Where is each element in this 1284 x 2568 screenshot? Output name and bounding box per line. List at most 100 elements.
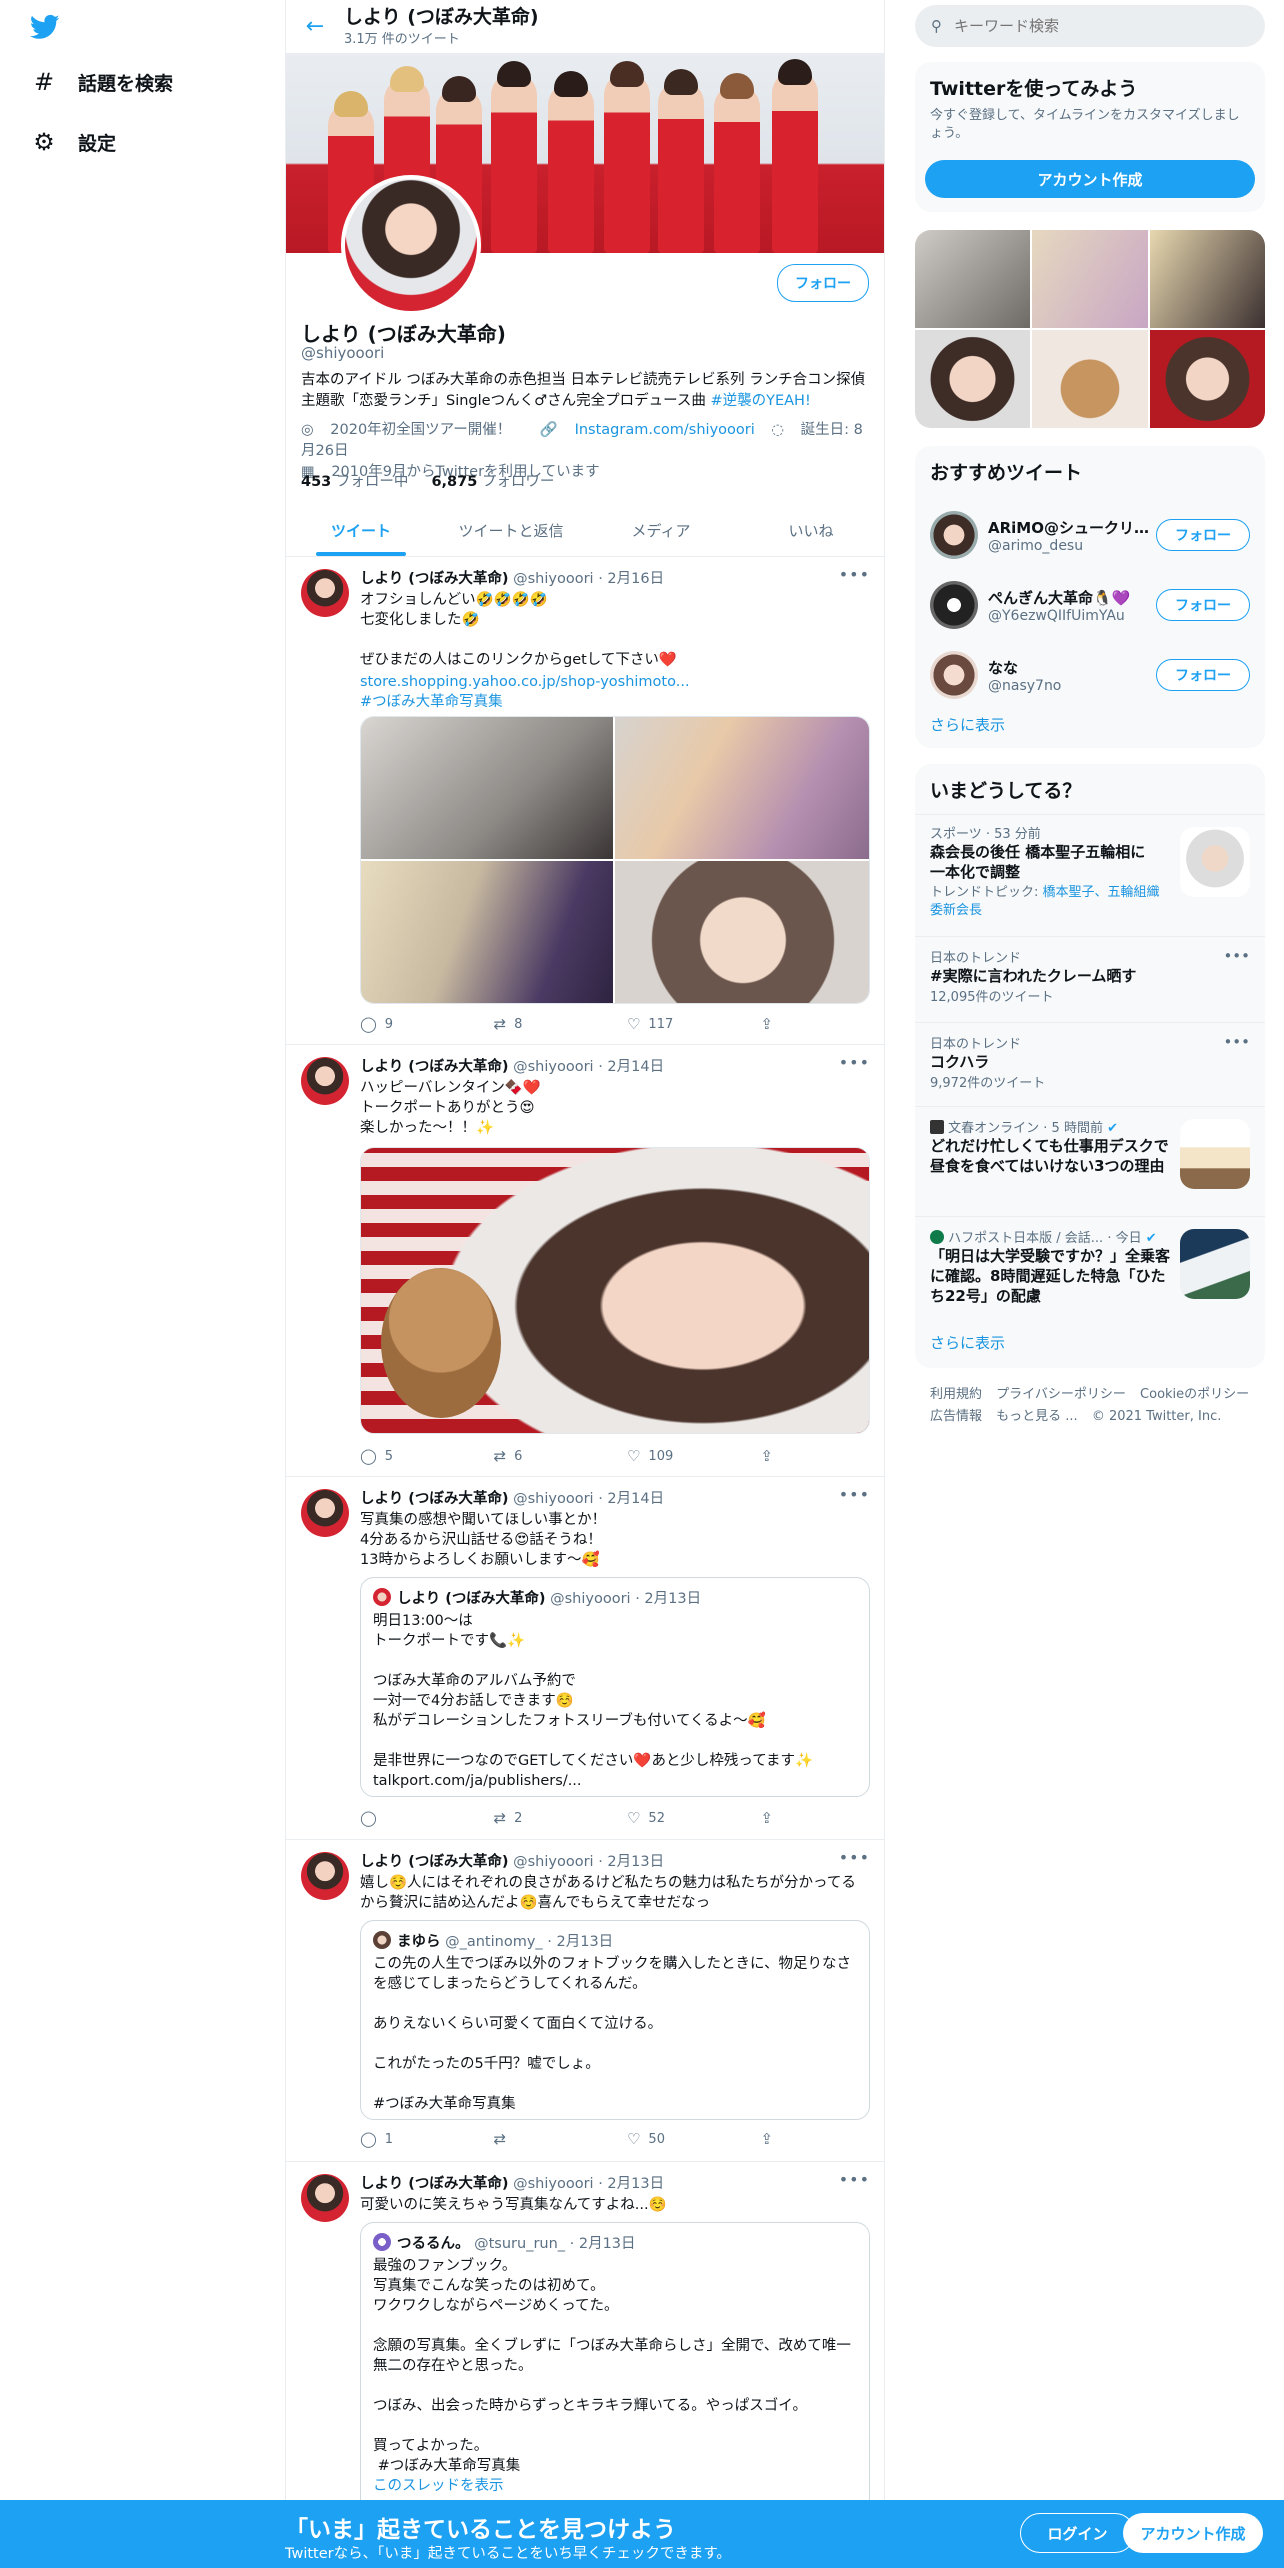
retweet-button[interactable]: ⇄ 2: [493, 1809, 626, 1827]
trend-item[interactable]: 日本のトレンド #実際に言われたクレーム晒す 12,095件のツイート •••: [915, 936, 1265, 1022]
tweet[interactable]: ••• しより (つぼみ大革命) @shiyooori · 2月16日 オフショ…: [286, 557, 884, 1045]
trend-item[interactable]: 日本のトレンド コクハラ 9,972件のツイート •••: [915, 1022, 1265, 1106]
tweet-author-name[interactable]: しより (つぼみ大革命): [360, 1059, 509, 1075]
tweet-avatar[interactable]: [301, 569, 349, 617]
reply-button[interactable]: ◯ 1: [360, 2130, 493, 2148]
tweet-photo[interactable]: [360, 1147, 870, 1434]
rec-avatar[interactable]: [930, 581, 978, 629]
login-button[interactable]: ログイン: [1020, 2513, 1135, 2553]
tweet-hashtag[interactable]: #つぼみ大革命写真集: [360, 694, 503, 710]
retweet-button[interactable]: ⇄: [493, 2130, 626, 2148]
tweet-author-name[interactable]: しより (つぼみ大革命): [360, 2176, 509, 2192]
like-button[interactable]: ♡ 117: [627, 1015, 760, 1033]
trend-item[interactable]: スポーツ · 53 分前 森会長の後任 橋本聖子五輪相に一本化で調整 トレンドト…: [915, 814, 1265, 936]
retweet-icon: ⇄: [493, 1447, 507, 1465]
rec-title: おすすめツイート: [930, 462, 1083, 484]
more-icon[interactable]: •••: [1223, 1033, 1250, 1051]
twitter-logo-icon[interactable]: [28, 12, 62, 42]
tweet-photo[interactable]: [615, 861, 869, 1003]
profile-avatar[interactable]: [341, 175, 481, 315]
tweet[interactable]: ••• しより (つぼみ大革命) @shiyooori · 2月13日 可愛いの…: [286, 2162, 884, 2500]
rec-follow-button[interactable]: フォロー: [1156, 519, 1250, 551]
tweet-avatar[interactable]: [301, 1852, 349, 1900]
search-bar[interactable]: ⚲: [915, 5, 1265, 47]
more-icon[interactable]: •••: [1223, 947, 1250, 965]
trend-item[interactable]: 文春オンライン · 5 時間前 ✔ どれだけ忙しくても仕事用デスクで昼食を食べて…: [915, 1106, 1265, 1216]
rec-follow-button[interactable]: フォロー: [1156, 589, 1250, 621]
rec-show-more[interactable]: さらに表示: [930, 714, 1005, 735]
like-button[interactable]: ♡ 109: [627, 1447, 760, 1465]
tweet-avatar[interactable]: [301, 1489, 349, 1537]
quoted-tweet[interactable]: しより (つぼみ大革命) @shiyooori · 2月13日 明日13:00〜…: [360, 1577, 870, 1797]
profile-bio-link[interactable]: #逆襲のYEAH!: [710, 393, 810, 409]
signup-button[interactable]: アカウント作成: [925, 160, 1255, 198]
rec-avatar[interactable]: [930, 651, 978, 699]
tweet-author-name[interactable]: しより (つぼみ大革命): [360, 1491, 509, 1507]
retweet-button[interactable]: ⇄ 6: [493, 1447, 626, 1465]
trend-item[interactable]: ハフポスト日本版 / 会話... · 今日 ✔ 「明日は大学受験ですか？」全乗客…: [915, 1216, 1265, 1326]
reply-button[interactable]: ◯: [360, 1809, 493, 1827]
share-icon: ⇪: [760, 1447, 774, 1465]
retweet-button[interactable]: ⇄ 8: [493, 1015, 626, 1033]
like-button[interactable]: ♡ 50: [627, 2130, 760, 2148]
gallery-photo[interactable]: [1032, 330, 1148, 428]
gallery-photo[interactable]: [1149, 230, 1265, 328]
trend-context: 文春オンライン · 5 時間前: [948, 1121, 1103, 1136]
tab-tweets[interactable]: ツイート: [286, 505, 436, 556]
tweet-photo[interactable]: [361, 717, 613, 859]
nav-settings[interactable]: ⚙ 設定: [30, 128, 116, 156]
like-count: 109: [648, 1448, 674, 1464]
footer-privacy[interactable]: プライバシーポリシー: [996, 1387, 1126, 1402]
tab-tweets-replies[interactable]: ツイートと返信: [436, 505, 586, 556]
share-button[interactable]: ⇪: [760, 1015, 800, 1033]
tab-media[interactable]: メディア: [586, 505, 736, 556]
like-button[interactable]: ♡ 52: [627, 1809, 760, 1827]
profile-follow-button[interactable]: フォロー: [777, 264, 869, 302]
tweet-meta: @shiyooori · 2月16日: [513, 571, 665, 587]
gallery-photo[interactable]: [1149, 330, 1265, 428]
quoted-tweet[interactable]: つるるん。 @tsuru_run_ · 2月13日 最強のファンブック。 写真集…: [360, 2222, 870, 2500]
rec-item[interactable]: ARiMO@シュークリーム...@arimo_desu フォロー: [915, 500, 1265, 570]
tweet-avatar[interactable]: [301, 1057, 349, 1105]
rec-item[interactable]: ぺんぎん大革命🐧💜 @Y6ezwQIIfUimYAu フォロー: [915, 570, 1265, 640]
rec-name[interactable]: ぺんぎん大革命🐧💜: [988, 587, 1158, 608]
tweet-media-grid[interactable]: [360, 716, 870, 1004]
gallery-photo[interactable]: [1032, 230, 1148, 328]
share-button[interactable]: ⇪: [760, 1447, 800, 1465]
rec-name[interactable]: ARiMO@シュークリーム...: [988, 517, 1158, 538]
back-arrow-icon[interactable]: ←: [286, 14, 344, 39]
trends-show-more[interactable]: さらに表示: [930, 1332, 1005, 1353]
rec-item[interactable]: なな @nasy7no フォロー: [915, 640, 1265, 710]
quoted-tweet[interactable]: まゆら @_antinomy_ · 2月13日 この先の人生でつぼみ以外のフォト…: [360, 1920, 870, 2120]
nav-explore[interactable]: # 話題を検索: [30, 68, 173, 96]
rec-name[interactable]: なな: [988, 657, 1158, 678]
rec-follow-button[interactable]: フォロー: [1156, 659, 1250, 691]
tweet-avatar[interactable]: [301, 2174, 349, 2222]
tweet[interactable]: ••• しより (つぼみ大革命) @shiyooori · 2月13日 嬉し☺️…: [286, 1840, 884, 2162]
tab-likes[interactable]: いいね: [736, 505, 884, 556]
share-button[interactable]: ⇪: [760, 2130, 800, 2148]
search-input[interactable]: [954, 17, 1234, 35]
profile-website[interactable]: Instagram.com/shiyooori: [575, 422, 755, 438]
footer-terms[interactable]: 利用規約: [930, 1387, 982, 1402]
signup-button-bottom[interactable]: アカウント作成: [1123, 2513, 1263, 2553]
reply-button[interactable]: ◯ 9: [360, 1015, 493, 1033]
tweet[interactable]: ••• しより (つぼみ大革命) @shiyooori · 2月14日 写真集の…: [286, 1477, 884, 1840]
tweet-author-name[interactable]: しより (つぼみ大革命): [360, 1854, 509, 1870]
tweet-photo[interactable]: [615, 717, 869, 859]
gallery-photo[interactable]: [915, 230, 1031, 328]
followers-link[interactable]: 6,875 フォロワー: [431, 474, 554, 490]
reply-button[interactable]: ◯ 5: [360, 1447, 493, 1465]
tweet-author-name[interactable]: しより (つぼみ大革命): [360, 571, 509, 587]
tweet[interactable]: ••• しより (つぼみ大革命) @shiyooori · 2月14日 ハッピー…: [286, 1045, 884, 1477]
tweet-photo[interactable]: [361, 861, 613, 1003]
footer-cookies[interactable]: Cookieのポリシー: [1140, 1387, 1249, 1402]
footer-more[interactable]: もっと見る ...: [996, 1409, 1078, 1424]
gallery-photo[interactable]: [915, 330, 1031, 428]
footer-ads[interactable]: 広告情報: [930, 1409, 982, 1424]
rec-avatar[interactable]: [930, 511, 978, 559]
tweet-link[interactable]: store.shopping.yahoo.co.jp/shop-yoshimot…: [360, 674, 690, 690]
show-thread-link[interactable]: このスレッドを表示: [373, 2478, 504, 2494]
following-link[interactable]: 453 フォロー中: [301, 474, 408, 490]
share-button[interactable]: ⇪: [760, 1809, 800, 1827]
